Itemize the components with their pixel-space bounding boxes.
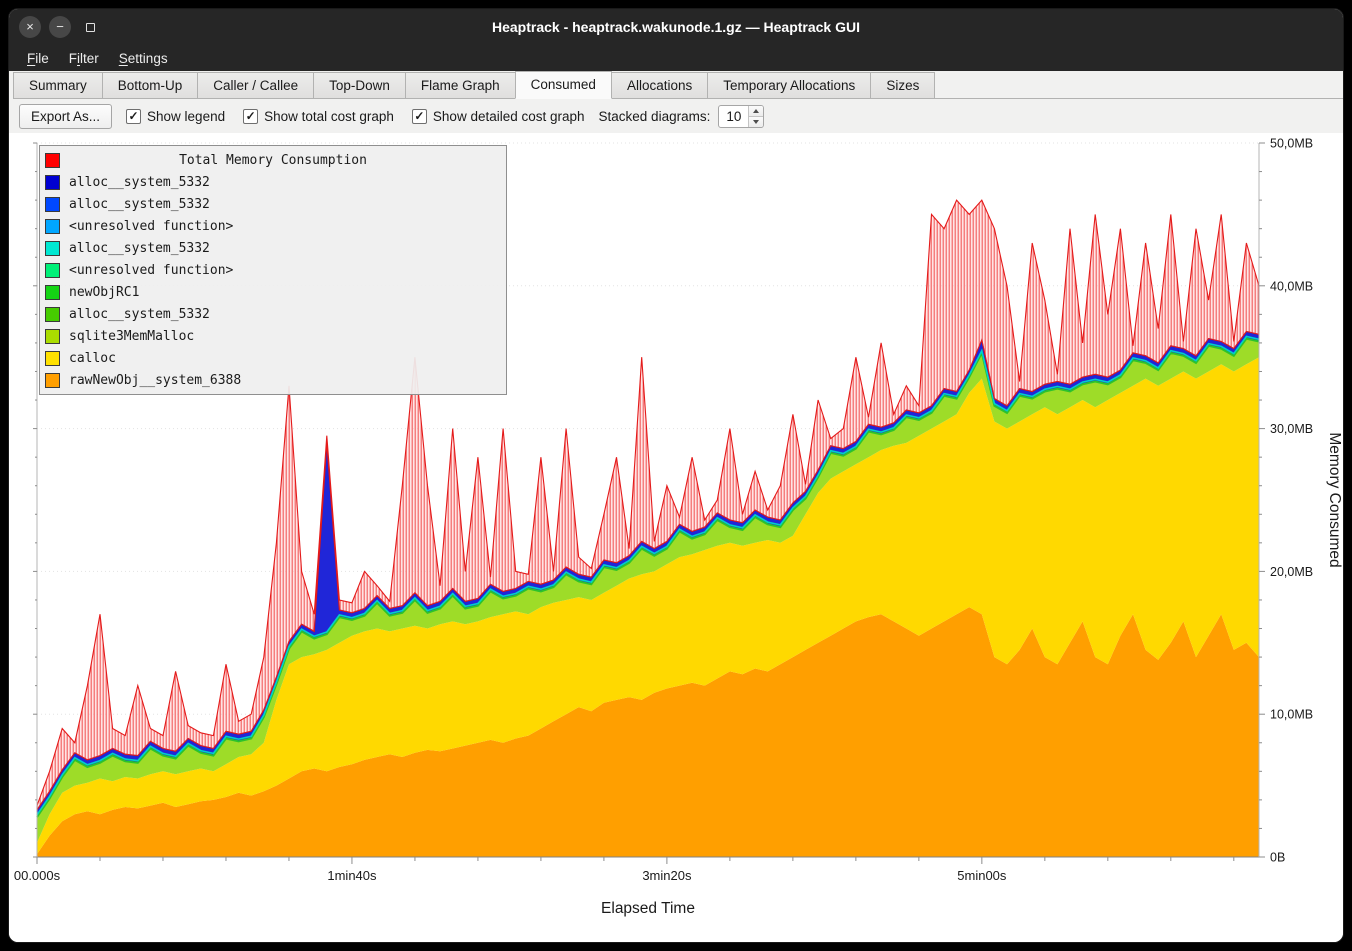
legend-label: sqlite3MemMalloc [69,329,194,344]
legend-swatch [45,307,60,322]
legend-swatch [45,219,60,234]
legend-swatch [45,329,60,344]
checkbox-show-detailed-cost-graph[interactable]: ✓ Show detailed cost graph [412,109,585,124]
spinbox-value[interactable]: 10 [719,106,748,127]
stacked-diagrams-label: Stacked diagrams: [599,109,711,124]
legend-item: alloc__system_5332 [45,171,501,193]
close-icon: × [26,17,34,37]
window-controls: × − [19,9,101,45]
menu-filter[interactable]: Filter [59,48,109,69]
tab-allocations[interactable]: Allocations [612,72,707,99]
legend-swatch [45,263,60,278]
legend-swatch [45,351,60,366]
window-title: Heaptrack - heaptrack.wakunode.1.gz — He… [9,19,1343,35]
titlebar[interactable]: × − Heaptrack - heaptrack.wakunode.1.gz … [9,9,1343,45]
tab-top-down[interactable]: Top-Down [313,72,405,99]
legend-label: <unresolved function> [69,219,233,234]
legend-title: Total Memory Consumption [69,153,477,168]
tab-consumed[interactable]: Consumed [515,71,612,99]
legend-label: alloc__system_5332 [69,307,210,322]
legend-item: newObjRC1 [45,281,501,303]
minimize-icon: − [56,17,64,37]
heaptrack-window: × − Heaptrack - heaptrack.wakunode.1.gz … [8,8,1344,943]
y-tick-label: 0B [1270,851,1285,865]
menu-settings[interactable]: Settings [109,48,178,69]
legend-title-row: Total Memory Consumption [45,149,501,171]
chevron-down-icon [753,120,759,124]
legend-item: rawNewObj__system_6388 [45,369,501,391]
spin-up-button[interactable] [749,106,763,117]
legend-label: alloc__system_5332 [69,175,210,190]
checkbox-box: ✓ [412,109,427,124]
tab-bottom-up[interactable]: Bottom-Up [102,72,198,99]
maximize-button[interactable] [79,16,101,38]
chart-area: 00.000s 1min40s 3min20s 5min00s 0B 10,0MB 20,0… [9,133,1343,943]
toolbar: Export As... ✓ Show legend ✓ Show total cos… [9,99,1343,133]
x-axis-title: Elapsed Time [601,900,695,917]
legend-label: alloc__system_5332 [69,241,210,256]
checkbox-box: ✓ [243,109,258,124]
export-as-button[interactable]: Export As... [19,104,112,129]
x-tick-label: 5min00s [957,868,1007,883]
tab-temporary-allocations[interactable]: Temporary Allocations [707,72,870,99]
legend-label: <unresolved function> [69,263,233,278]
legend-item: alloc__system_5332 [45,303,501,325]
checkbox-label: Show legend [147,109,225,124]
tab-summary[interactable]: Summary [13,72,102,99]
close-button[interactable]: × [19,16,41,38]
maximize-icon [86,23,95,32]
x-tick-label: 1min40s [327,868,377,883]
menubar: FileFilterSettings [9,45,1343,71]
legend-item: calloc [45,347,501,369]
legend-swatch [45,241,60,256]
y-axis-title: Memory Consumed [1326,432,1343,567]
legend-item: <unresolved function> [45,215,501,237]
y-tick-label: 10,0MB [1270,708,1313,722]
legend-swatch [45,197,60,212]
tab-caller-callee[interactable]: Caller / Callee [197,72,313,99]
tab-filler [935,71,1343,99]
screen: × − Heaptrack - heaptrack.wakunode.1.gz … [0,0,1352,951]
legend-label: calloc [69,351,116,366]
minimize-button[interactable]: − [49,16,71,38]
x-tick-label: 3min20s [642,868,692,883]
stacked-diagrams-spinbox[interactable]: 10 [718,105,764,128]
y-tick-label: 40,0MB [1270,279,1313,293]
legend-label: newObjRC1 [69,285,139,300]
legend-swatch [45,285,60,300]
checkbox-show-total-cost-graph[interactable]: ✓ Show total cost graph [243,109,394,124]
checkbox-label: Show total cost graph [264,109,394,124]
checkbox-group: ✓ Show legend ✓ Show total cost graph ✓ Show … [126,109,585,124]
checkbox-show-legend[interactable]: ✓ Show legend [126,109,225,124]
legend-swatch [45,175,60,190]
spin-down-button[interactable] [749,117,763,127]
legend-swatch [45,153,60,168]
legend-item: sqlite3MemMalloc [45,325,501,347]
checkbox-label: Show detailed cost graph [433,109,585,124]
chevron-up-icon [753,109,759,113]
legend-label: rawNewObj__system_6388 [69,373,241,388]
tab-sizes[interactable]: Sizes [870,72,935,99]
y-tick-label: 20,0MB [1270,565,1313,579]
legend-swatch [45,373,60,388]
tab-flame-graph[interactable]: Flame Graph [405,72,515,99]
tab-bar: SummaryBottom-UpCaller / CalleeTop-DownF… [9,71,1343,99]
x-tick-label: 00.000s [14,868,61,883]
legend: Total Memory Consumption alloc__system_53… [39,145,507,395]
checkbox-box: ✓ [126,109,141,124]
y-tick-label: 50,0MB [1270,137,1313,151]
menu-file[interactable]: File [17,48,59,69]
legend-label: alloc__system_5332 [69,197,210,212]
y-tick-label: 30,0MB [1270,422,1313,436]
legend-item: alloc__system_5332 [45,237,501,259]
legend-item: <unresolved function> [45,259,501,281]
spinbox-buttons [748,106,763,127]
legend-item: alloc__system_5332 [45,193,501,215]
